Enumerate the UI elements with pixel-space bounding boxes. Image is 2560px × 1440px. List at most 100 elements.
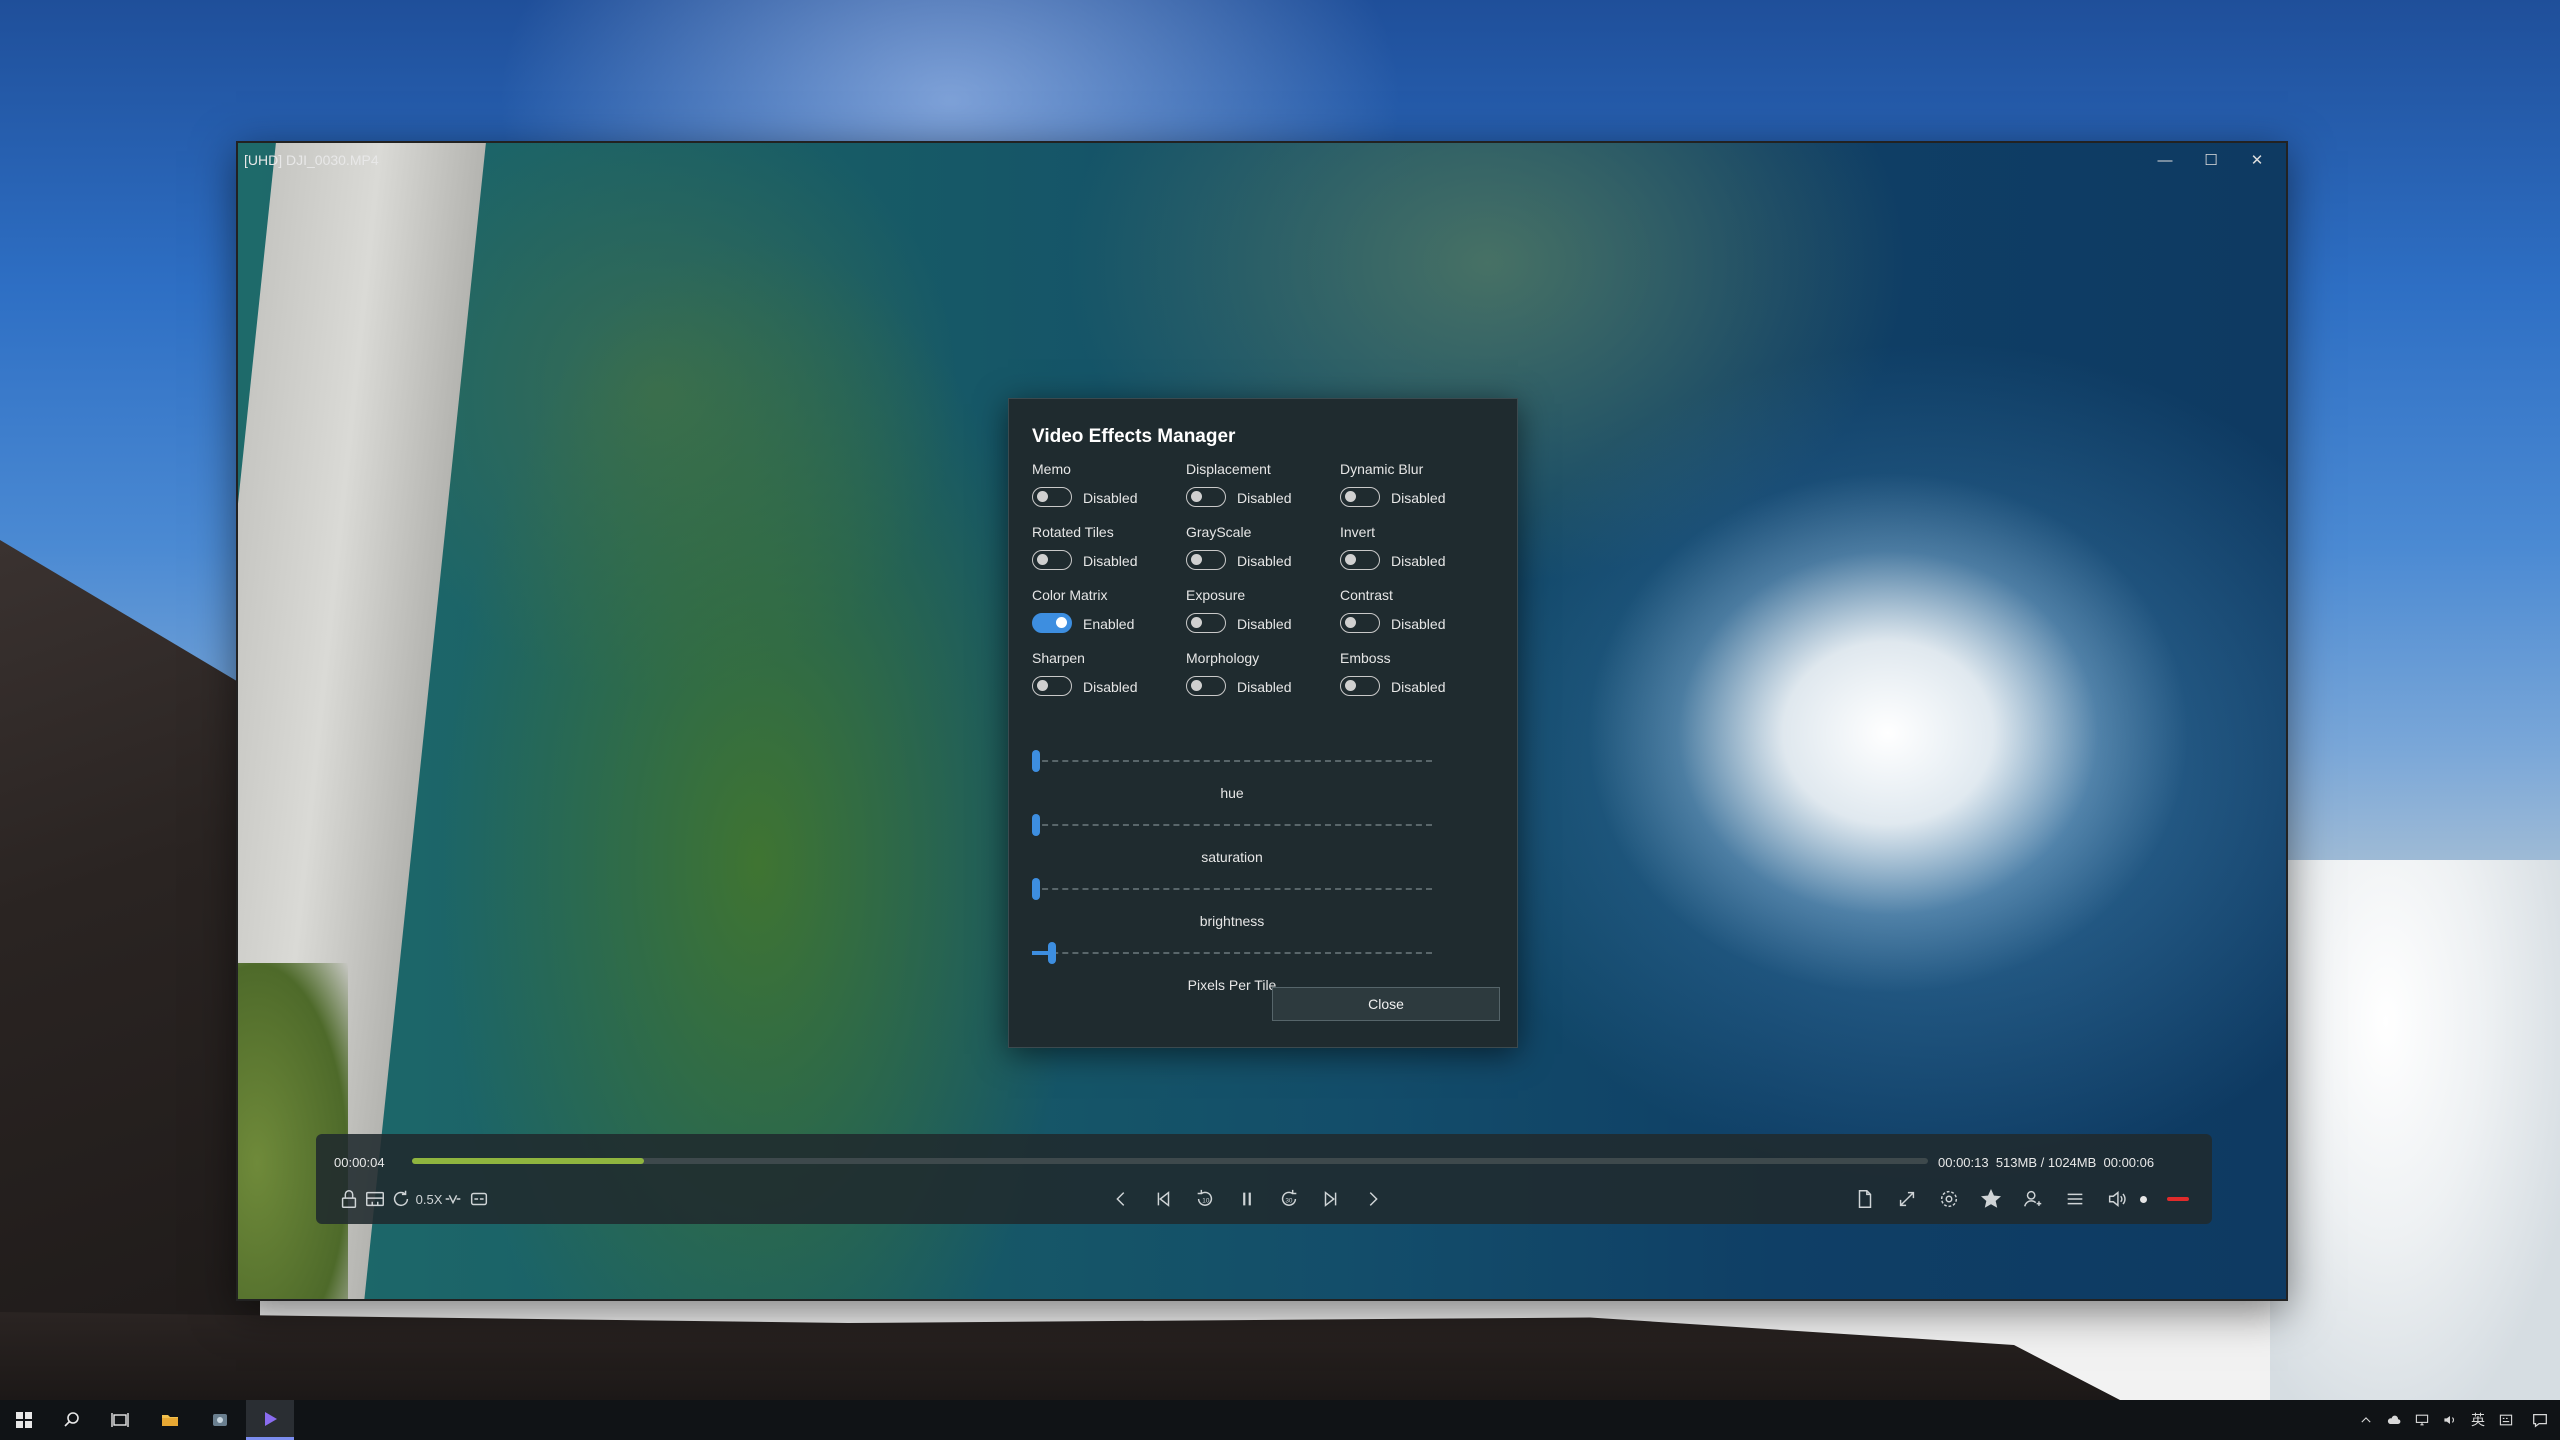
cloud-icon[interactable] xyxy=(2380,1400,2408,1440)
playlist-menu-icon[interactable] xyxy=(2060,1184,2090,1214)
effect-toggle[interactable] xyxy=(1340,676,1380,696)
network-icon[interactable] xyxy=(2408,1400,2436,1440)
pause-icon[interactable] xyxy=(1232,1184,1262,1214)
elapsed-time: 00:00:04 xyxy=(334,1155,385,1170)
effect-toggle[interactable] xyxy=(1186,487,1226,507)
controls-row: 0.5X 10 30 xyxy=(316,1184,2212,1224)
file-explorer-icon[interactable] xyxy=(146,1400,194,1440)
slider-label: hue xyxy=(1220,785,1244,801)
effect-label: Sharpen xyxy=(1032,650,1085,666)
chevron-up-icon[interactable] xyxy=(2352,1400,2380,1440)
favorite-star-icon[interactable] xyxy=(1976,1184,2006,1214)
effect-toggle[interactable] xyxy=(1032,487,1072,507)
minimize-button[interactable]: — xyxy=(2142,143,2188,177)
start-windows-icon[interactable] xyxy=(0,1400,48,1440)
keyboard-icon[interactable] xyxy=(2492,1400,2520,1440)
video-effects-dialog: Video Effects Manager Memo Disabled Displa… xyxy=(1008,398,1518,1048)
effect-toggle[interactable] xyxy=(1032,676,1072,696)
effect-label: Morphology xyxy=(1186,650,1260,666)
effect-state: Disabled xyxy=(1237,553,1292,569)
close-button[interactable]: Close xyxy=(1272,987,1500,1021)
toggle-knob xyxy=(1191,491,1202,502)
record-indicator[interactable] xyxy=(2158,1184,2198,1214)
toggle-knob xyxy=(1191,617,1202,628)
rewind-10-icon[interactable]: 10 xyxy=(1190,1184,1220,1214)
effect-item: Color Matrix Enabled xyxy=(1032,587,1186,640)
notification-icon[interactable] xyxy=(2520,1400,2560,1440)
effect-label: Displacement xyxy=(1186,461,1271,477)
effect-state: Disabled xyxy=(1083,679,1138,695)
effect-state: Disabled xyxy=(1083,490,1138,506)
effect-item: Invert Disabled xyxy=(1340,524,1494,577)
fullscreen-icon[interactable] xyxy=(1892,1184,1922,1214)
effect-label: Memo xyxy=(1032,461,1071,477)
subtitle-icon[interactable] xyxy=(464,1184,494,1214)
toggle-knob xyxy=(1037,491,1048,502)
effect-label: Contrast xyxy=(1340,587,1393,603)
repeat-icon[interactable] xyxy=(386,1184,416,1214)
slider-track[interactable] xyxy=(1032,824,1432,826)
file-icon[interactable] xyxy=(1850,1184,1880,1214)
taskbar: 英 xyxy=(0,1400,2560,1440)
task-view-icon[interactable] xyxy=(96,1400,144,1440)
user-icon[interactable] xyxy=(2018,1184,2048,1214)
svg-text:10: 10 xyxy=(1202,1198,1210,1205)
slider-thumb[interactable] xyxy=(1048,942,1056,964)
speaker-icon[interactable] xyxy=(2436,1400,2464,1440)
window-title: [UHD] DJI_0030.MP4 xyxy=(244,152,379,168)
maximize-button[interactable]: ☐ xyxy=(2188,143,2234,177)
skip-next-icon[interactable] xyxy=(1316,1184,1346,1214)
effect-toggle[interactable] xyxy=(1186,676,1226,696)
effect-label: Invert xyxy=(1340,524,1376,540)
slider-thumb[interactable] xyxy=(1032,878,1040,900)
effect-toggle[interactable] xyxy=(1340,550,1380,570)
toggle-knob xyxy=(1345,491,1356,502)
forward-30-icon[interactable]: 30 xyxy=(1274,1184,1304,1214)
slider-brightness[interactable]: brightness xyxy=(1032,878,1432,929)
effect-label: Rotated Tiles xyxy=(1032,524,1114,540)
toggle-knob xyxy=(1191,554,1202,565)
progress-bar[interactable] xyxy=(412,1158,1928,1164)
effect-item: Memo Disabled xyxy=(1032,461,1186,514)
effect-state: Disabled xyxy=(1237,490,1292,506)
next-chevron-icon[interactable] xyxy=(1358,1184,1388,1214)
effect-item: Emboss Disabled xyxy=(1340,650,1494,703)
effect-state: Disabled xyxy=(1391,679,1446,695)
slider-pixels-per-tile[interactable]: Pixels Per Tile xyxy=(1032,942,1432,993)
toggle-knob xyxy=(1037,680,1048,691)
effect-toggle[interactable] xyxy=(1340,487,1380,507)
effect-state: Disabled xyxy=(1237,679,1292,695)
volume-slider-handle[interactable] xyxy=(2128,1184,2158,1214)
toggle-knob xyxy=(1056,617,1067,628)
effect-toggle[interactable] xyxy=(1186,550,1226,570)
svg-text:30: 30 xyxy=(1285,1198,1293,1205)
toggle-knob xyxy=(1345,617,1356,628)
effect-label: GrayScale xyxy=(1186,524,1252,540)
time-memory-info: 00:00:13 513MB / 1024MB 00:00:06 xyxy=(1938,1155,2155,1170)
close-window-button[interactable]: ✕ xyxy=(2234,143,2280,177)
desktop-mountain-left xyxy=(0,540,260,1400)
slider-hue[interactable]: hue xyxy=(1032,750,1432,801)
toggle-knob xyxy=(1345,680,1356,691)
slider-thumb[interactable] xyxy=(1032,814,1040,836)
video-player-taskbar-icon[interactable] xyxy=(246,1400,294,1440)
previous-chevron-icon[interactable] xyxy=(1106,1184,1136,1214)
settings-gear-icon[interactable] xyxy=(1934,1184,1964,1214)
app-icon[interactable] xyxy=(196,1400,244,1440)
effect-state: Disabled xyxy=(1391,616,1446,632)
slider-track[interactable] xyxy=(1032,760,1432,762)
effect-toggle[interactable] xyxy=(1032,550,1072,570)
slider-track[interactable] xyxy=(1032,952,1432,954)
slider-track[interactable] xyxy=(1032,888,1432,890)
title-bar[interactable]: [UHD] DJI_0030.MP4 — ☐ ✕ xyxy=(238,143,2286,177)
effect-toggle[interactable] xyxy=(1186,613,1226,633)
effect-toggle[interactable] xyxy=(1032,613,1072,633)
skip-previous-icon[interactable] xyxy=(1148,1184,1178,1214)
slider-thumb[interactable] xyxy=(1032,750,1040,772)
effect-toggle[interactable] xyxy=(1340,613,1380,633)
search-icon[interactable] xyxy=(48,1400,96,1440)
effect-item: Sharpen Disabled xyxy=(1032,650,1186,703)
input-method-indicator[interactable]: 英 xyxy=(2464,1400,2492,1440)
toggle-knob xyxy=(1191,680,1202,691)
slider-saturation[interactable]: saturation xyxy=(1032,814,1432,865)
